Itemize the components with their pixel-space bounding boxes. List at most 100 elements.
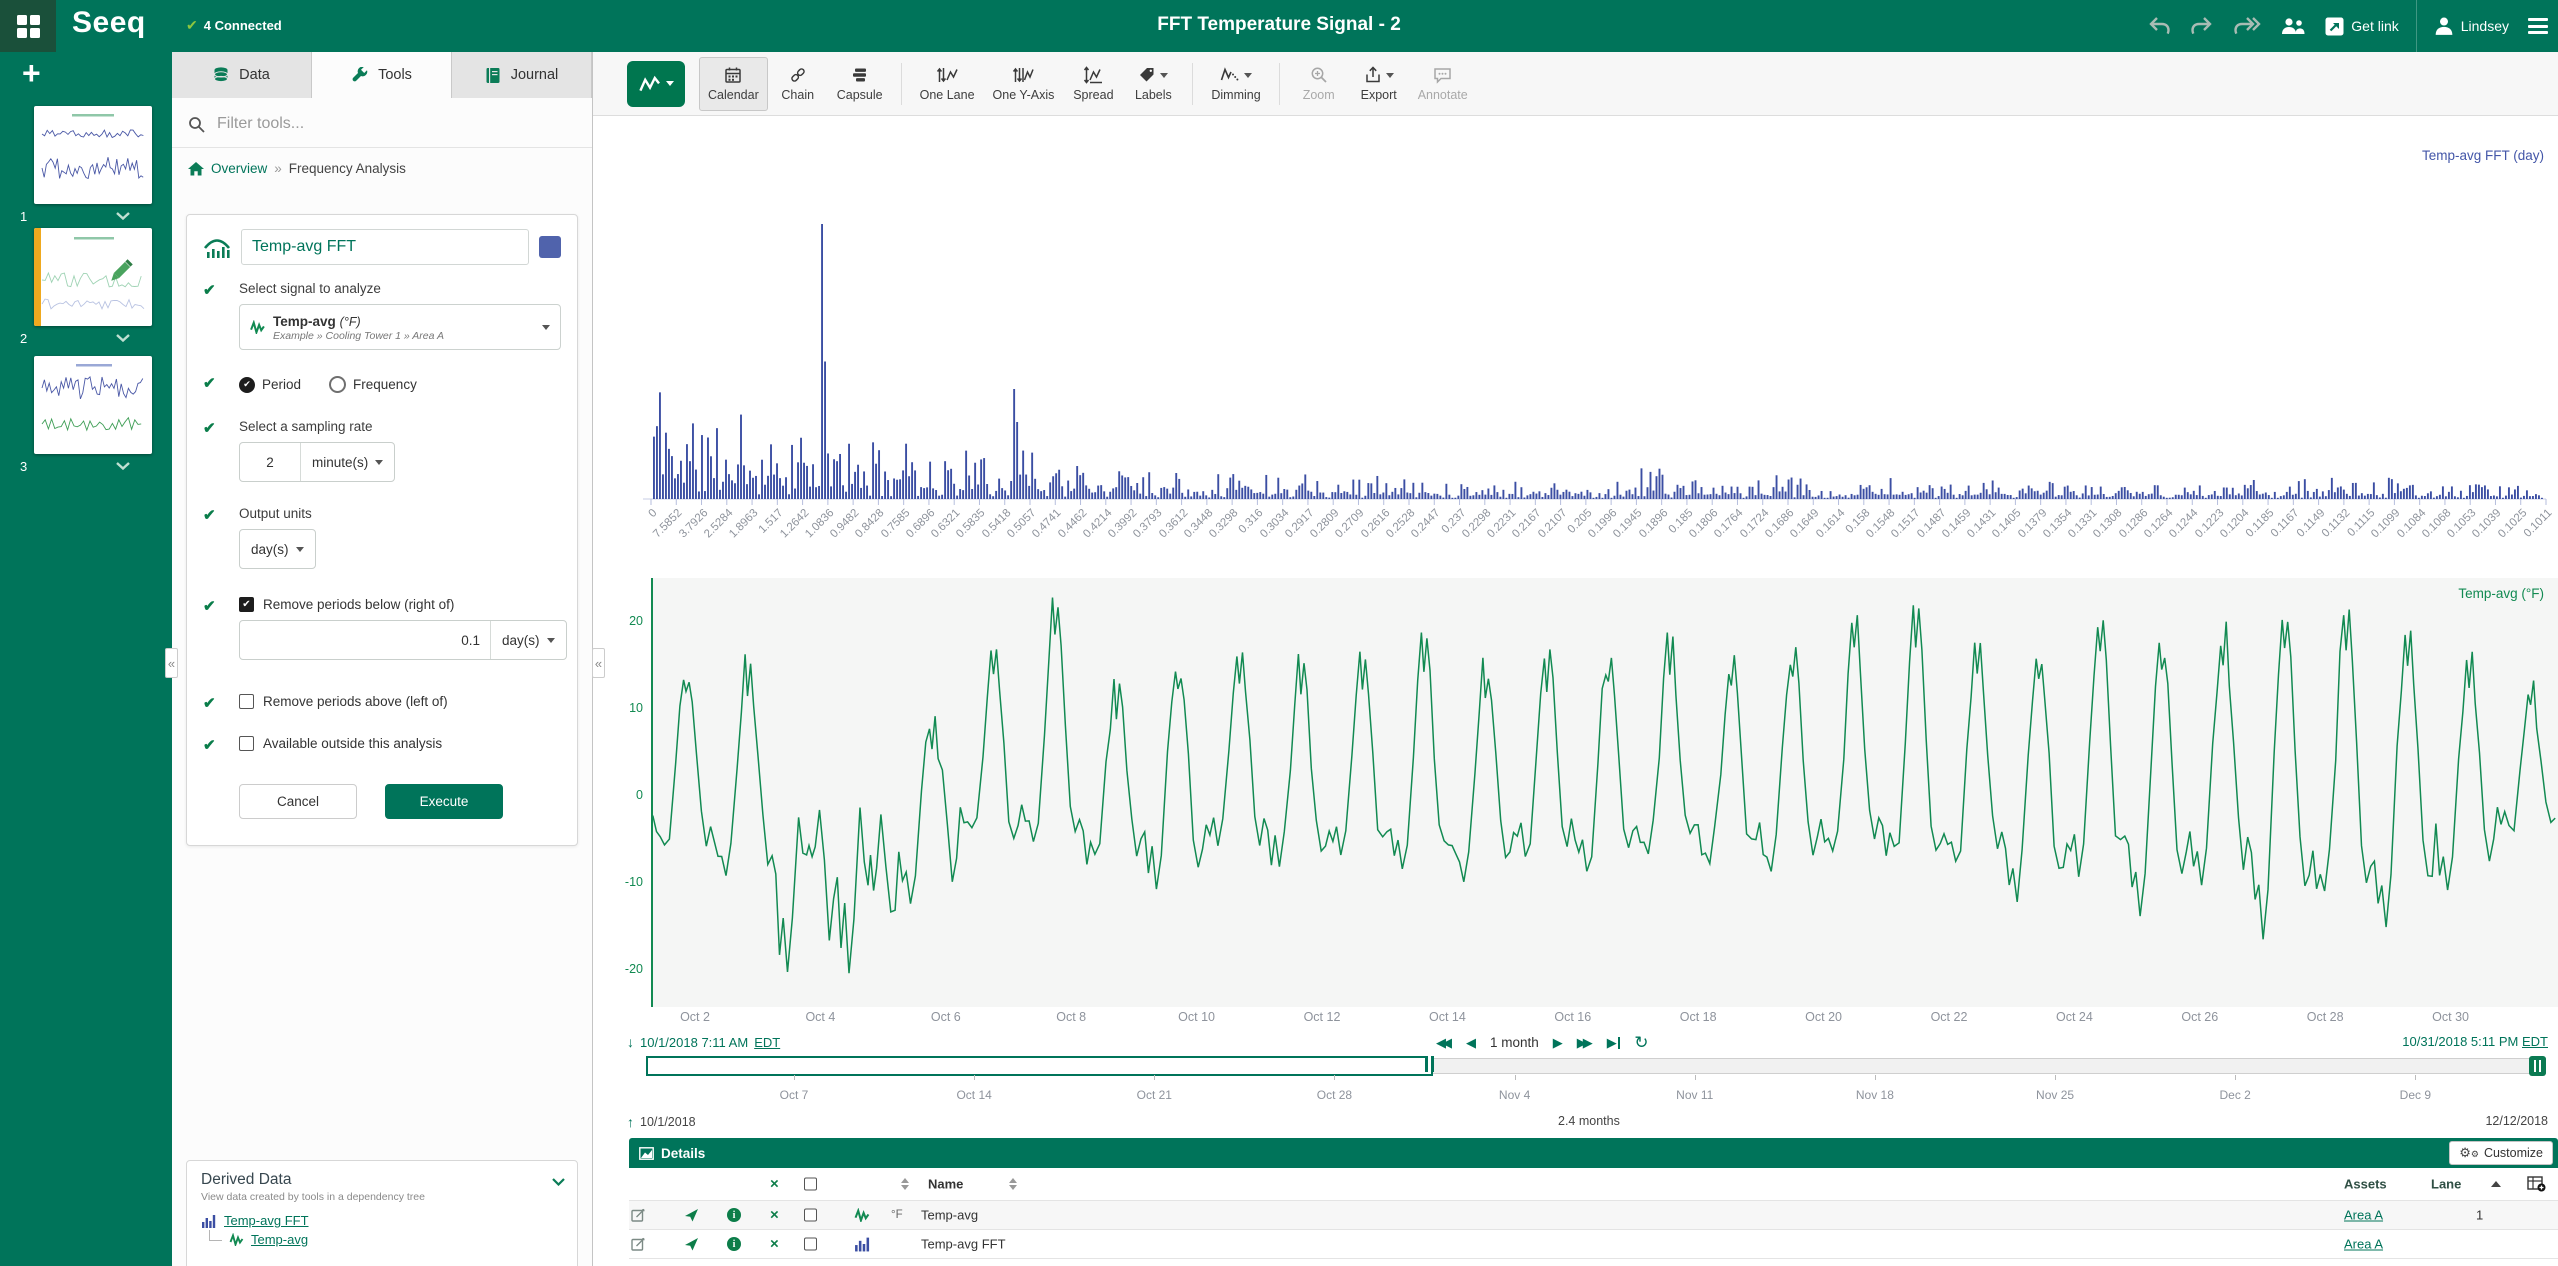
display-range-start[interactable]: ↓ 10/1/2018 7:11 AM EDT (627, 1034, 780, 1050)
asset-link[interactable]: Area A (2344, 1237, 2383, 1252)
output-unit-dropdown[interactable]: day(s) (240, 530, 315, 568)
sort-ascending-icon[interactable] (2491, 1181, 2501, 1187)
frequency-radio[interactable]: Frequency (329, 376, 417, 393)
tab-tools[interactable]: Tools (312, 52, 452, 98)
derived-fft-link[interactable]: Temp-avg FFT (224, 1213, 309, 1228)
select-all-checkbox[interactable] (804, 1178, 817, 1191)
collapse-panel-handle[interactable]: « (592, 648, 605, 678)
collapse-rail-handle[interactable]: « (165, 648, 178, 678)
assets-column-header[interactable]: Assets (2344, 1177, 2387, 1192)
investigate-range-start[interactable]: ↑ 10/1/2018 (627, 1114, 696, 1130)
available-outside-checkbox[interactable]: Available outside this analysis (239, 736, 561, 751)
toolbar-export-button[interactable]: Export (1349, 57, 1409, 111)
name-column-header[interactable]: Name (928, 1177, 963, 1192)
step-forward-button[interactable]: ▶ (1553, 1035, 1563, 1051)
edit-icon[interactable] (631, 1208, 646, 1223)
remove-item-button[interactable]: × (770, 1207, 779, 1224)
toolbar-one-y-axis-button[interactable]: One Y-Axis (984, 57, 1064, 111)
sort-icon[interactable] (1009, 1178, 1017, 1190)
row-checkbox[interactable] (804, 1238, 817, 1251)
redo-button[interactable] (2188, 14, 2216, 38)
worksheet-thumbnail-1[interactable] (34, 106, 152, 204)
users-button[interactable] (2278, 15, 2308, 37)
table-row-temp-avg-fft[interactable]: i × Temp-avg FFT Area A (629, 1230, 2558, 1259)
user-menu[interactable]: Lindsey (2432, 14, 2511, 38)
connection-status[interactable]: ✔ 4 Connected (186, 17, 282, 34)
sampling-unit-dropdown[interactable]: minute(s) (301, 443, 394, 481)
range-duration[interactable]: 1 month (1490, 1035, 1539, 1050)
toolbar-annotate-button[interactable]: Annotate (1409, 57, 1477, 111)
worksheet-thumbnail-2-active[interactable] (34, 228, 152, 326)
remove-below-value-input[interactable] (240, 621, 491, 659)
chevron-down-icon[interactable] (552, 1173, 565, 1189)
range-resize-handle[interactable] (1425, 1056, 1434, 1072)
derived-signal-link[interactable]: Temp-avg (251, 1232, 308, 1247)
redo-all-button[interactable] (2231, 14, 2263, 38)
worksheet-thumbnail-3[interactable] (34, 356, 152, 454)
breadcrumb-overview-link[interactable]: Overview (211, 161, 267, 176)
info-icon[interactable]: i (727, 1237, 741, 1251)
get-link-button[interactable]: Get link (2323, 15, 2400, 38)
remove-below-checkbox[interactable]: ✔ Remove periods below (right of) (239, 597, 561, 612)
tab-data[interactable]: Data (172, 52, 312, 98)
display-range-end[interactable]: 10/31/2018 5:11 PM EDT (2402, 1034, 2548, 1049)
remove-all-button[interactable]: × (770, 1176, 779, 1193)
send-rocket-icon[interactable] (684, 1208, 699, 1223)
hamburger-menu-button[interactable] (2526, 13, 2550, 40)
toolbar-calendar-button[interactable]: Calendar (699, 57, 768, 111)
toolbar-zoom-button[interactable]: Zoom (1289, 57, 1349, 111)
item-name[interactable]: Temp-avg (921, 1208, 978, 1223)
app-switcher-button[interactable] (0, 0, 56, 52)
fft-series-label[interactable]: Temp-avg FFT (day) (2422, 148, 2544, 163)
customize-button[interactable]: ⚙⁣⚙ Customize (2449, 1141, 2553, 1165)
toolbar-spread-button[interactable]: Spread (1063, 57, 1123, 111)
chevron-down-icon[interactable] (116, 462, 130, 470)
item-name[interactable]: Temp-avg FFT (921, 1237, 1006, 1252)
toolbar-dimming-button[interactable]: Dimming (1202, 57, 1269, 111)
temp-series-label[interactable]: Temp-avg (°F) (2458, 586, 2544, 601)
new-worksheet-button[interactable]: + (16, 54, 47, 93)
info-icon[interactable]: i (727, 1208, 741, 1222)
sampling-rate-input[interactable] (240, 443, 301, 481)
home-icon[interactable] (188, 162, 204, 176)
tool-title-input[interactable]: Temp-avg FFT (241, 229, 529, 265)
toolbar-one-lane-button[interactable]: One Lane (911, 57, 984, 111)
signal-select-dropdown[interactable]: Temp-avg (°F) Example » Cooling Tower 1 … (239, 304, 561, 350)
remove-below-unit-dropdown[interactable]: day(s) (491, 621, 566, 659)
chevron-down-icon[interactable] (116, 334, 130, 342)
period-radio[interactable]: ✔ Period (239, 376, 301, 393)
temp-chart-area[interactable] (651, 578, 2558, 1007)
remove-above-checkbox[interactable]: Remove periods above (left of) (239, 694, 561, 709)
fft-periodogram-chart[interactable] (593, 112, 2558, 532)
filter-tools-input[interactable] (215, 114, 576, 134)
tool-color-swatch[interactable] (539, 236, 561, 258)
row-checkbox[interactable] (804, 1209, 817, 1222)
tab-journal[interactable]: Journal (452, 52, 592, 98)
investigate-end-value[interactable]: 12/12/2018 (2485, 1114, 2548, 1128)
chevron-down-icon[interactable] (116, 212, 130, 220)
undo-button[interactable] (2145, 14, 2173, 38)
step-back-half-button[interactable]: ◀◀ (1436, 1035, 1452, 1051)
asset-link[interactable]: Area A (2344, 1208, 2383, 1223)
display-start-timezone[interactable]: EDT (754, 1035, 780, 1050)
investigate-duration[interactable]: 2.4 months (1558, 1114, 1620, 1128)
execute-button[interactable]: Execute (385, 784, 503, 819)
sort-icon[interactable] (901, 1178, 909, 1190)
step-forward-half-button[interactable]: ▶▶ (1577, 1035, 1593, 1051)
edit-icon[interactable] (631, 1237, 646, 1252)
cancel-button[interactable]: Cancel (239, 784, 357, 819)
view-selector-dropdown[interactable] (627, 61, 685, 107)
seeq-logo[interactable]: Seeq (72, 6, 146, 40)
display-end-timezone[interactable]: EDT (2522, 1034, 2548, 1049)
toolbar-chain-button[interactable]: Chain (768, 57, 828, 111)
step-back-button[interactable]: ◀ (1466, 1035, 1476, 1051)
toolbar-labels-button[interactable]: Labels (1123, 57, 1183, 111)
send-rocket-icon[interactable] (684, 1237, 699, 1252)
table-row-temp-avg[interactable]: i × °F Temp-avg Area A 1 (629, 1201, 2558, 1230)
lane-column-header[interactable]: Lane (2431, 1177, 2461, 1192)
timeline-end-handle[interactable] (2529, 1056, 2546, 1076)
step-to-end-button[interactable]: ▶ (1607, 1035, 1621, 1051)
remove-item-button[interactable]: × (770, 1236, 779, 1253)
add-column-icon[interactable] (2527, 1176, 2546, 1192)
toolbar-capsule-button[interactable]: Capsule (828, 57, 892, 111)
